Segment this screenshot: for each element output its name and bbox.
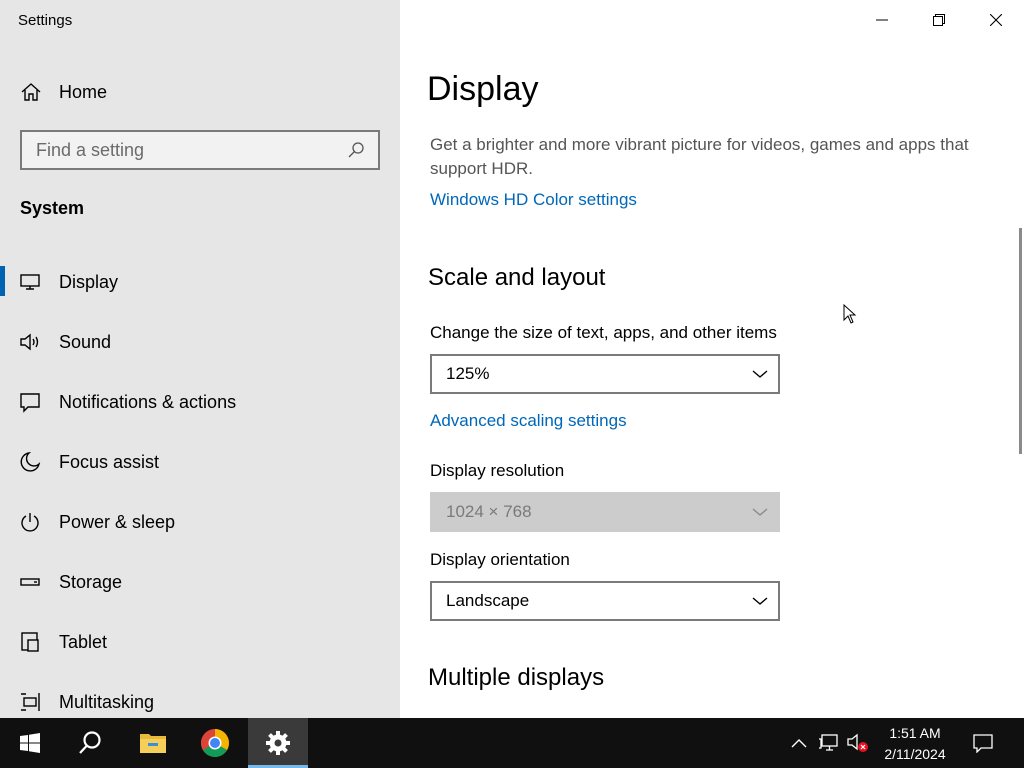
chevron-down-icon	[752, 591, 768, 611]
gear-icon	[266, 731, 290, 755]
start-button[interactable]	[0, 718, 60, 768]
multitasking-icon	[18, 690, 42, 714]
mouse-cursor-icon	[843, 303, 857, 329]
volume-muted-icon[interactable]	[846, 731, 870, 755]
chrome-icon	[201, 729, 229, 757]
sidebar-item-label: Sound	[59, 331, 112, 352]
search-input[interactable]	[36, 139, 346, 161]
home-icon	[18, 79, 44, 105]
moon-icon	[18, 450, 42, 474]
search-taskbar-button[interactable]	[60, 718, 120, 768]
search-icon[interactable]	[346, 140, 366, 160]
sidebar-item-label: Tablet	[59, 631, 108, 652]
multiple-displays-heading: Multiple displays	[428, 664, 605, 691]
network-icon[interactable]	[817, 731, 841, 755]
storage-icon	[18, 570, 42, 594]
scale-value: 125%	[446, 364, 490, 383]
tablet-icon	[18, 630, 42, 654]
orientation-dropdown[interactable]: Landscape	[430, 581, 780, 621]
hdr-description: Get a brighter and more vibrant picture …	[430, 135, 969, 178]
sidebar-item-tablet[interactable]: Tablet	[0, 612, 400, 672]
sidebar-item-label: Storage	[59, 571, 123, 592]
sidebar-item-label: Display	[59, 271, 119, 292]
sidebar-item-power-sleep[interactable]: Power & sleep	[0, 492, 400, 552]
file-explorer-button[interactable]	[123, 718, 183, 768]
system-clock[interactable]: 1:51 AM 2/11/2024	[872, 723, 958, 765]
sidebar-item-display[interactable]: Display	[0, 252, 400, 312]
scale-label: Change the size of text, apps, and other…	[430, 323, 777, 342]
home-label: Home	[59, 81, 108, 102]
sidebar-item-focus-assist[interactable]: Focus assist	[0, 432, 400, 492]
sidebar-section-title: System	[20, 198, 85, 218]
sidebar-item-label: Power & sleep	[59, 511, 176, 532]
search-box[interactable]	[20, 130, 380, 170]
sidebar-item-sound[interactable]: Sound	[0, 312, 400, 372]
orientation-label: Display orientation	[430, 550, 570, 569]
hd-color-settings-link[interactable]: Windows HD Color settings	[430, 190, 637, 210]
sidebar-nav: Display Sound Notifications & actions Fo…	[0, 252, 400, 732]
scale-dropdown[interactable]: 125%	[430, 354, 780, 394]
resolution-label: Display resolution	[430, 461, 565, 480]
resolution-value: 1024 × 768	[446, 502, 532, 521]
orientation-value: Landscape	[446, 591, 530, 610]
search-icon	[79, 731, 101, 754]
sidebar-item-label: Multitasking	[59, 691, 155, 712]
settings-taskbar-button[interactable]	[248, 718, 308, 768]
main-content: Display Get a brighter and more vibrant …	[400, 0, 1024, 718]
folder-icon	[140, 734, 166, 753]
notification-icon	[973, 734, 993, 753]
sidebar-item-label: Focus assist	[59, 451, 160, 472]
sidebar: Settings Home System Display Sound	[0, 0, 400, 718]
clock-date: 2/11/2024	[884, 746, 946, 762]
window-controls	[853, 0, 1024, 40]
chevron-down-icon	[752, 364, 768, 384]
app-title: Settings	[18, 12, 73, 29]
home-nav-item[interactable]: Home	[18, 78, 107, 106]
chevron-up-icon	[791, 739, 807, 748]
notification-icon	[18, 390, 42, 414]
chevron-down-icon	[752, 502, 768, 522]
restore-button[interactable]	[910, 0, 967, 40]
close-button[interactable]	[967, 0, 1024, 40]
scale-layout-heading: Scale and layout	[428, 264, 606, 291]
sidebar-item-storage[interactable]: Storage	[0, 552, 400, 612]
minimize-button[interactable]	[853, 0, 910, 40]
scrollbar[interactable]	[1019, 228, 1022, 454]
taskbar: 1:51 AM 2/11/2024	[0, 718, 1024, 768]
sidebar-item-notifications[interactable]: Notifications & actions	[0, 372, 400, 432]
monitor-icon	[18, 270, 42, 294]
speaker-icon	[18, 330, 42, 354]
clock-time: 1:51 AM	[889, 725, 941, 741]
action-center-button[interactable]	[970, 731, 996, 755]
page-title: Display	[427, 70, 539, 108]
advanced-scaling-link[interactable]: Advanced scaling settings	[430, 411, 627, 431]
chrome-button[interactable]	[185, 718, 245, 768]
sidebar-item-label: Notifications & actions	[59, 391, 237, 412]
power-icon	[18, 510, 42, 534]
windows-logo-icon	[20, 733, 40, 753]
resolution-dropdown: 1024 × 768	[430, 492, 780, 532]
show-hidden-icons-button[interactable]	[787, 731, 811, 755]
